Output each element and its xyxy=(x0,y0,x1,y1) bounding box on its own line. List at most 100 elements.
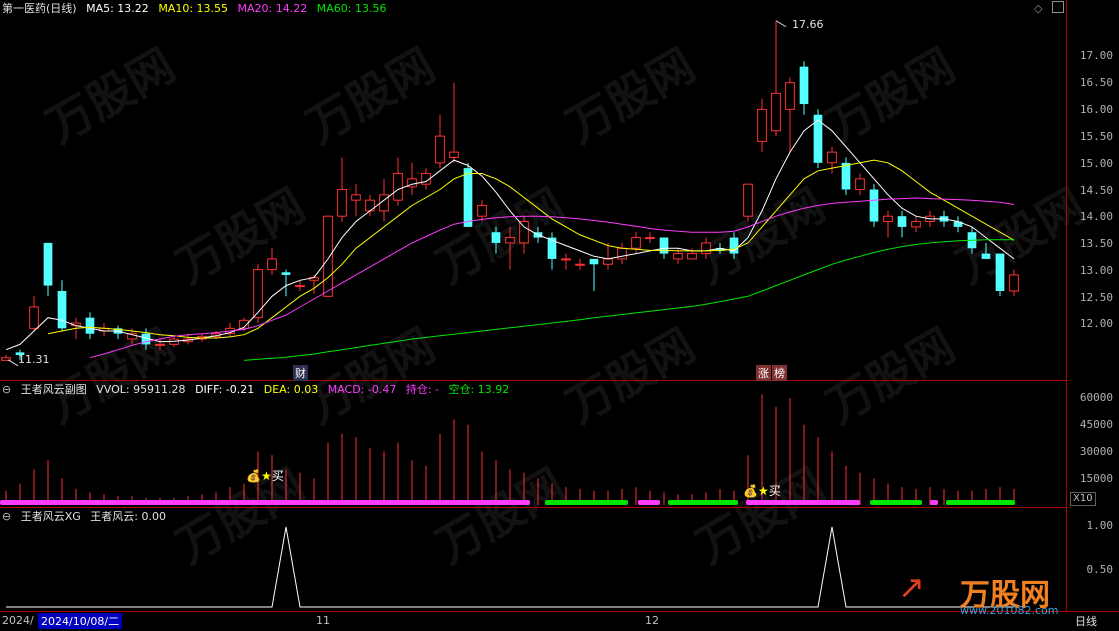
candle xyxy=(57,280,67,332)
candle-body xyxy=(295,285,305,288)
volume-tick: 30000 xyxy=(1079,445,1113,458)
candle xyxy=(799,61,809,115)
hold-segment xyxy=(638,500,660,505)
volume-tick: 60000 xyxy=(1079,391,1113,404)
candle-body xyxy=(575,263,585,266)
high-pointer xyxy=(775,20,787,28)
candle-body xyxy=(561,258,571,261)
candle xyxy=(113,325,123,340)
price-tick: 16.00 xyxy=(1079,103,1113,116)
candle xyxy=(617,242,627,265)
period-button[interactable]: 日线 xyxy=(1075,613,1097,629)
candle xyxy=(477,200,487,222)
candle-body xyxy=(477,205,487,217)
candle-body xyxy=(995,253,1005,291)
price-tick: 16.50 xyxy=(1079,76,1113,89)
position-band xyxy=(0,500,1015,505)
candle xyxy=(323,215,333,297)
candle xyxy=(589,258,599,291)
candle-body xyxy=(463,168,473,227)
price-tick: 13.50 xyxy=(1079,237,1113,250)
candle-body xyxy=(827,151,837,164)
candle xyxy=(981,242,991,259)
candle xyxy=(29,296,39,332)
candle-body xyxy=(659,237,669,254)
empty-segment xyxy=(545,500,628,505)
volume-tick: 15000 xyxy=(1079,472,1113,485)
finance-tag[interactable]: 财 xyxy=(293,365,308,381)
ma10-line xyxy=(47,159,1015,339)
scale-badge[interactable]: X10 xyxy=(1070,492,1096,506)
candle-body xyxy=(267,258,277,271)
candle-body xyxy=(883,215,893,223)
candle-body xyxy=(603,258,613,265)
candle-body xyxy=(589,258,599,265)
high-price-label: 17.66 xyxy=(792,18,824,31)
candle-body xyxy=(841,162,851,190)
candle xyxy=(225,323,235,337)
candle-body xyxy=(701,242,711,255)
candle xyxy=(701,237,711,259)
candle xyxy=(743,183,753,222)
empty-segment xyxy=(870,500,922,505)
candle-body xyxy=(29,306,39,329)
buy-label: 买 xyxy=(271,469,284,483)
candle xyxy=(337,157,347,222)
cursor-date: 2024/10/08/二 xyxy=(38,613,123,629)
candle xyxy=(449,82,459,163)
money-bag-icon: 💰 xyxy=(246,469,261,483)
star-icon: ★ xyxy=(260,469,272,483)
buy-signal-marker[interactable]: 💰★买 xyxy=(743,482,781,499)
candle xyxy=(267,248,277,275)
candle-body xyxy=(869,189,879,222)
candle-body xyxy=(687,253,697,260)
candle xyxy=(645,232,655,243)
candle xyxy=(463,162,473,227)
low-pointer xyxy=(7,359,19,367)
candle xyxy=(757,98,767,153)
ma60-line xyxy=(243,239,1014,361)
star-icon: ★ xyxy=(757,484,769,498)
volume-panel xyxy=(5,394,1015,505)
candle xyxy=(407,162,417,195)
candle-body xyxy=(337,189,347,217)
hold-segment xyxy=(746,500,860,505)
candle-body xyxy=(365,199,375,212)
candle xyxy=(897,210,907,238)
signal-tick: 0.50 xyxy=(1086,563,1114,576)
buy-signal-marker[interactable]: 💰★买 xyxy=(246,467,284,484)
candle xyxy=(85,312,95,340)
date-axis-start: 2024/ xyxy=(2,614,34,627)
candle xyxy=(281,269,291,297)
candle-body xyxy=(519,221,529,244)
candle xyxy=(771,20,781,137)
brand-url: www.201082.com xyxy=(960,604,1059,617)
limit-up-tag[interactable]: 涨 xyxy=(756,365,771,381)
candle xyxy=(351,184,361,217)
kline-chart[interactable] xyxy=(0,0,1067,630)
candle-body xyxy=(1009,274,1019,292)
date-axis: 2024/ 2024/10/08/二 11 12 日线 xyxy=(0,611,1119,631)
ranking-tag[interactable]: 榜 xyxy=(772,365,787,381)
candle-body xyxy=(281,272,291,275)
candle-body xyxy=(757,108,767,142)
hold-segment xyxy=(0,500,530,505)
candle-body xyxy=(505,237,515,244)
candle xyxy=(883,210,893,238)
candle-body xyxy=(85,317,95,334)
price-tick: 13.00 xyxy=(1079,264,1113,277)
candle xyxy=(575,258,585,270)
signal-tick: 1.00 xyxy=(1086,519,1114,532)
candle-body xyxy=(911,221,921,228)
candle xyxy=(519,216,529,254)
candle xyxy=(505,226,515,270)
empty-segment xyxy=(946,500,1015,505)
candle-body xyxy=(645,237,655,240)
candle-body xyxy=(771,92,781,132)
candle-body xyxy=(491,232,501,243)
candle-body xyxy=(743,183,753,217)
candle xyxy=(547,232,557,270)
candle-body xyxy=(393,172,403,201)
candle-body xyxy=(799,66,809,105)
candle xyxy=(995,253,1005,297)
